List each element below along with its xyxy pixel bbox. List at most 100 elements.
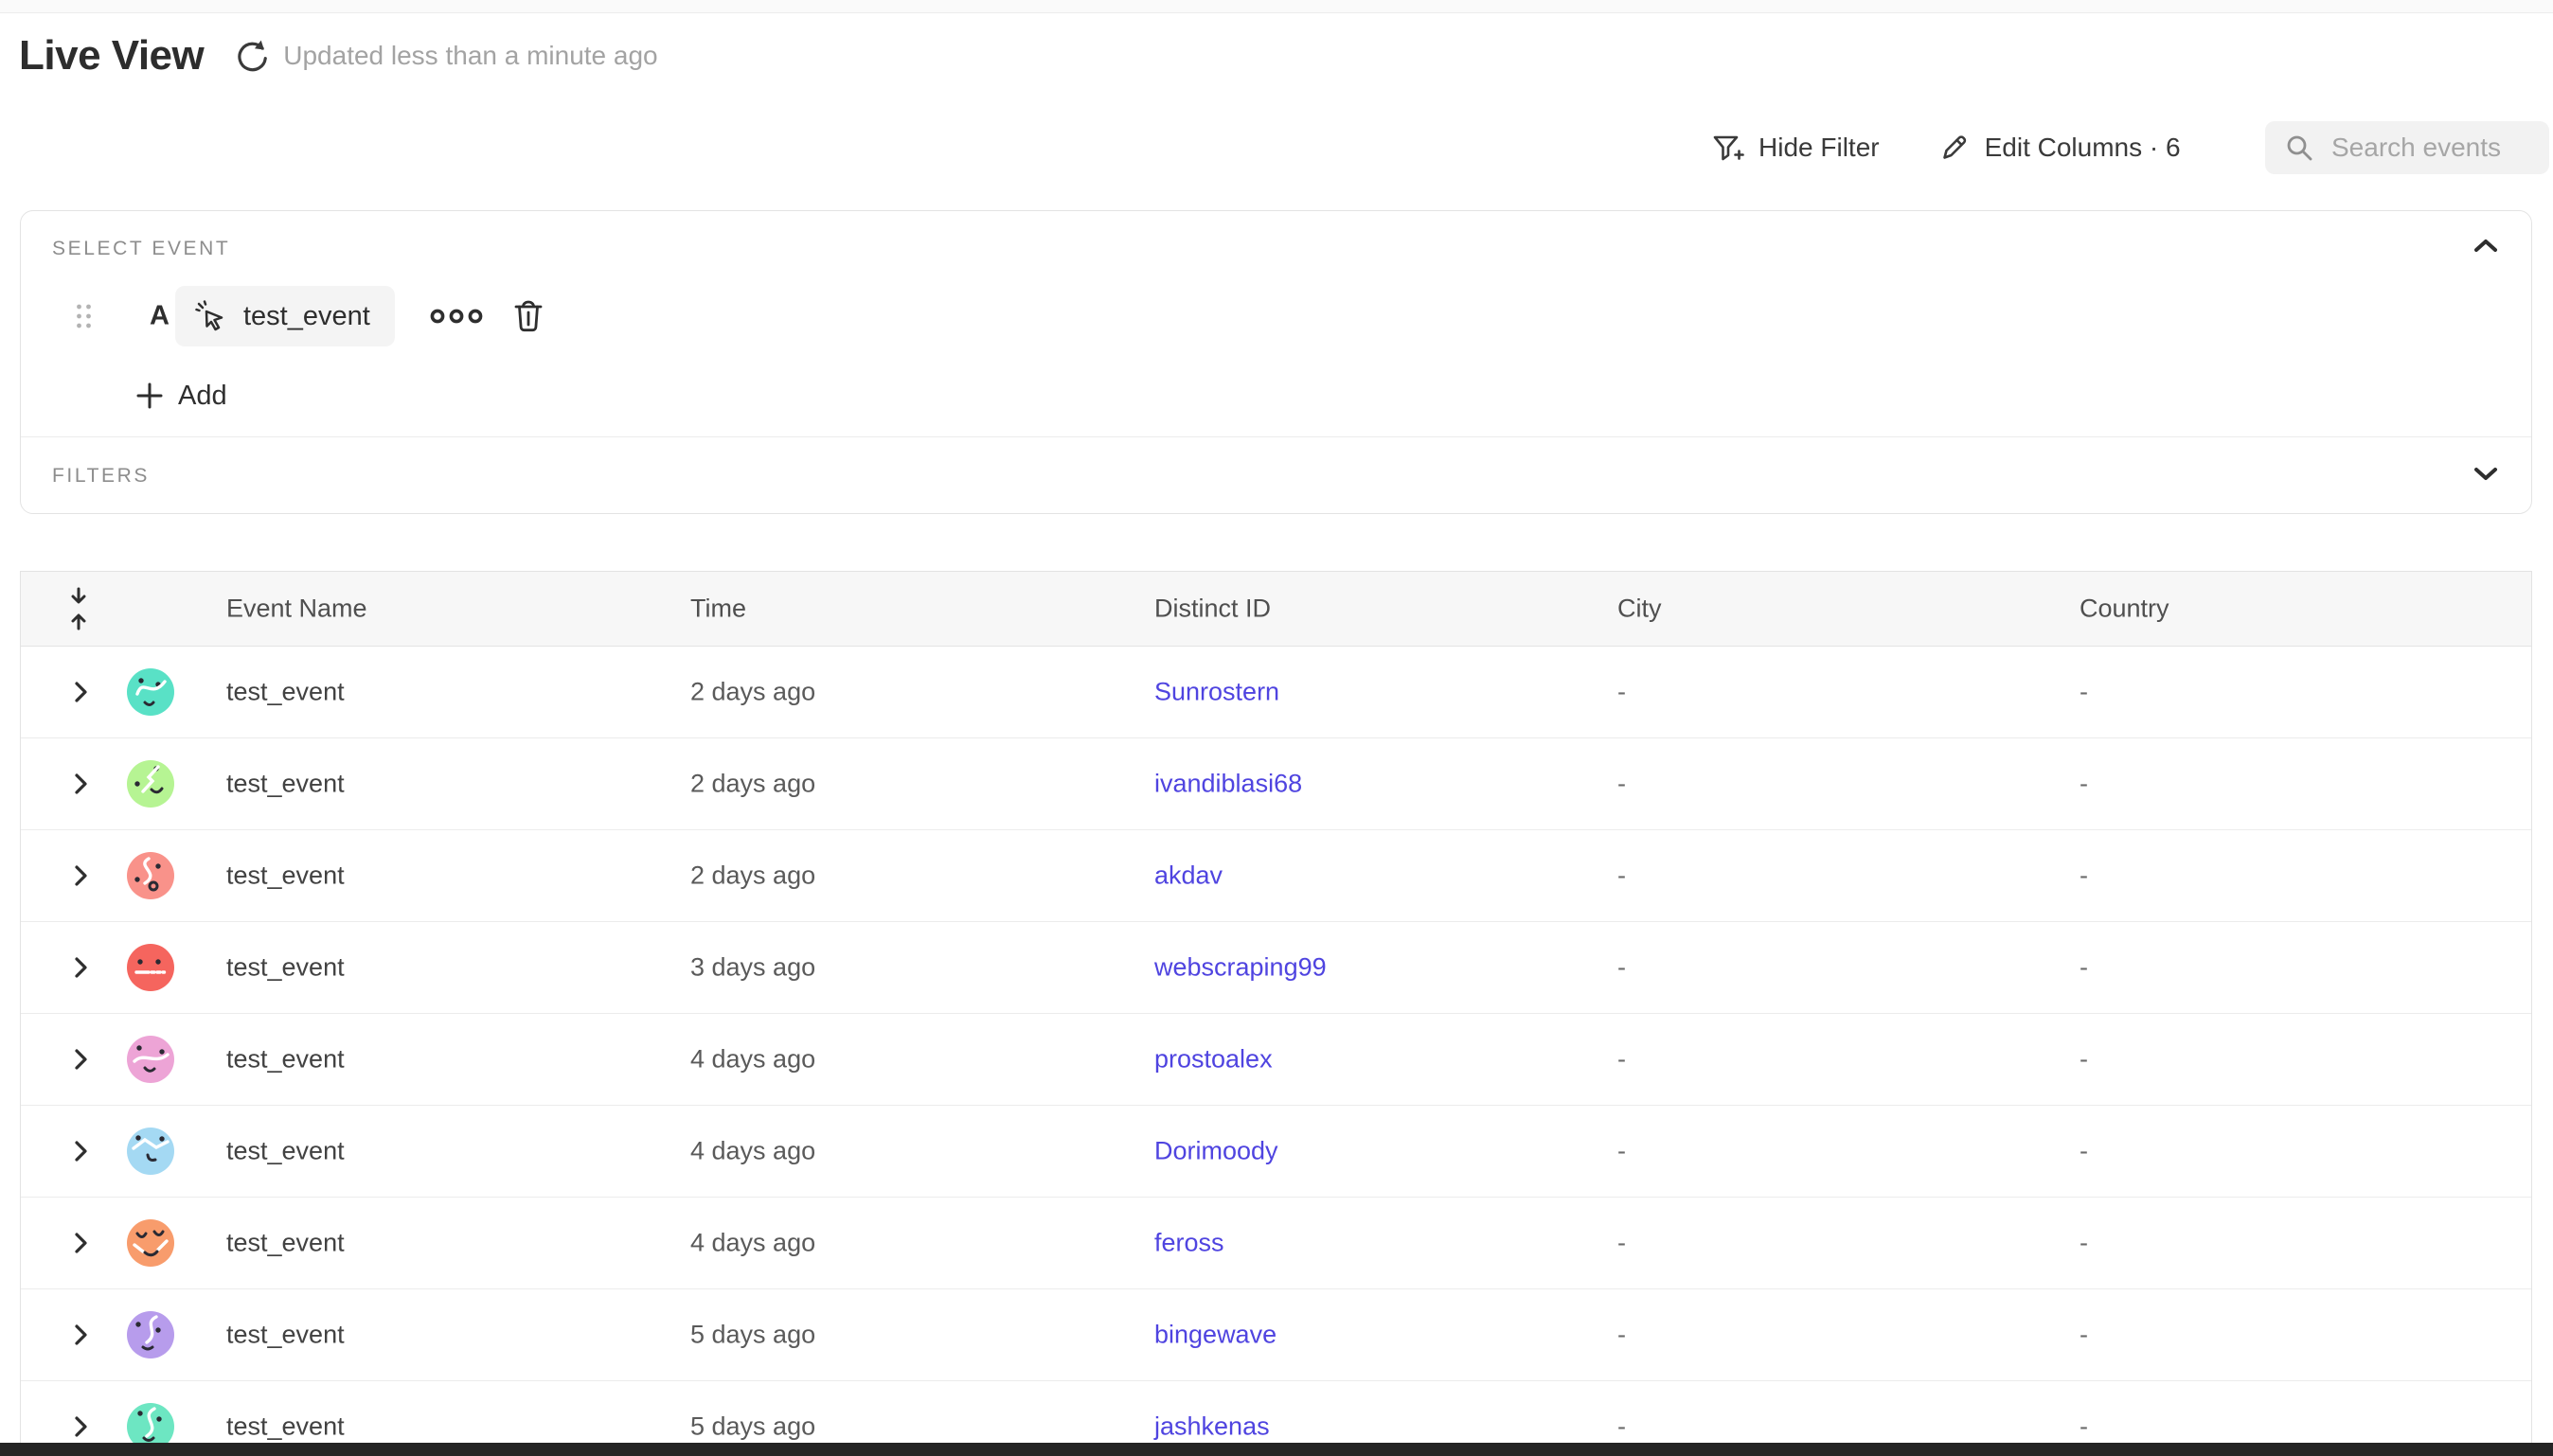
refresh-icon [234, 38, 270, 74]
add-event-button[interactable]: Add [135, 373, 227, 418]
collapse-rows-icon [68, 587, 89, 630]
table-row: test_event 4 days ago prostoalex - - [21, 1014, 2531, 1106]
column-header-time[interactable]: Time [690, 595, 746, 624]
table-row: test_event 2 days ago akdav - - [21, 830, 2531, 922]
table-row: test_event 5 days ago bingewave - - [21, 1289, 2531, 1381]
row-expander-button[interactable] [74, 681, 88, 703]
country-cell: - [2080, 861, 2088, 891]
avatar-closed-eyes-smile [127, 1219, 174, 1267]
row-expander-button[interactable] [74, 1232, 88, 1254]
chevron-right-icon [74, 956, 88, 979]
chevron-right-icon [74, 681, 88, 703]
country-cell: - [2080, 1229, 2088, 1258]
row-expander-button[interactable] [74, 1048, 88, 1071]
row-expander-button[interactable] [74, 772, 88, 795]
table-body: test_event 2 days ago Sunrostern - - tes… [21, 647, 2531, 1456]
chevron-right-icon [74, 864, 88, 887]
event-name-cell: test_event [226, 1137, 345, 1166]
distinct-id-link[interactable]: ivandiblasi68 [1154, 770, 1302, 799]
event-chip[interactable]: test_event [175, 286, 395, 346]
card-divider [21, 436, 2531, 437]
time-cell: 2 days ago [690, 678, 815, 707]
country-cell: - [2080, 678, 2088, 707]
distinct-id-link[interactable]: bingewave [1154, 1321, 1276, 1350]
avatar-zigzag-smirk [127, 1128, 174, 1175]
search-box [2265, 121, 2549, 174]
row-expander-button[interactable] [74, 1415, 88, 1438]
country-cell: - [2080, 1045, 2088, 1074]
country-cell: - [2080, 953, 2088, 983]
hide-filter-button[interactable]: Hide Filter [1710, 131, 1880, 165]
event-name-cell: test_event [226, 1229, 345, 1258]
row-expander-button[interactable] [74, 864, 88, 887]
drag-handle-icon[interactable] [76, 303, 92, 329]
time-cell: 3 days ago [690, 953, 815, 983]
event-query-row: A test_event [21, 286, 2531, 346]
distinct-id-link[interactable]: akdav [1154, 861, 1223, 891]
event-name-cell: test_event [226, 678, 345, 707]
event-name-cell: test_event [226, 770, 345, 799]
column-header-event-name[interactable]: Event Name [226, 595, 367, 624]
edit-columns-button[interactable]: Edit Columns · 6 [1937, 131, 2181, 165]
query-builder-card: SELECT EVENT A [20, 210, 2532, 514]
distinct-id-link[interactable]: prostoalex [1154, 1045, 1273, 1074]
top-divider-strip [0, 0, 2553, 13]
country-cell: - [2080, 770, 2088, 799]
time-cell: 4 days ago [690, 1045, 815, 1074]
refresh-button[interactable] [232, 36, 272, 76]
distinct-id-link[interactable]: webscraping99 [1154, 953, 1327, 983]
time-cell: 4 days ago [690, 1137, 815, 1166]
chevron-up-icon [2473, 238, 2499, 255]
more-options-button[interactable] [430, 306, 485, 327]
pencil-icon [1937, 131, 1971, 165]
table-row: test_event 2 days ago ivandiblasi68 - - [21, 738, 2531, 830]
more-options-icon [430, 306, 485, 327]
search-input[interactable] [2330, 132, 2532, 164]
column-header-city[interactable]: City [1617, 595, 1662, 624]
city-cell: - [1617, 1045, 1626, 1074]
collapse-select-event-button[interactable] [2467, 232, 2505, 260]
expand-filters-button[interactable] [2467, 459, 2505, 488]
bottom-bar [0, 1443, 2553, 1456]
collapse-all-rows-button[interactable] [68, 587, 89, 630]
filters-label: FILTERS [52, 465, 150, 488]
page-header: Live View Updated less than a minute ago [19, 27, 658, 85]
add-label: Add [178, 381, 227, 412]
row-expander-button[interactable] [74, 956, 88, 979]
updated-status-text: Updated less than a minute ago [283, 41, 657, 71]
distinct-id-link[interactable]: Sunrostern [1154, 678, 1279, 707]
event-series-letter: A [150, 301, 170, 332]
chevron-right-icon [74, 772, 88, 795]
city-cell: - [1617, 678, 1626, 707]
avatar-zigzag-smile [127, 760, 174, 808]
search-icon [2284, 133, 2314, 163]
distinct-id-link[interactable]: jashkenas [1154, 1412, 1270, 1442]
city-cell: - [1617, 1137, 1626, 1166]
country-cell: - [2080, 1321, 2088, 1350]
column-header-distinct-id[interactable]: Distinct ID [1154, 595, 1271, 624]
filter-plus-icon [1710, 131, 1744, 165]
page-title: Live View [19, 32, 204, 80]
event-name-cell: test_event [226, 1412, 345, 1442]
toolbar: Hide Filter Edit Columns · 6 [1710, 120, 2549, 175]
row-expander-button[interactable] [74, 1140, 88, 1163]
column-header-country[interactable]: Country [2080, 595, 2169, 624]
live-view-screen: Live View Updated less than a minute ago… [0, 0, 2553, 1456]
table-row: test_event 3 days ago webscraping99 - - [21, 922, 2531, 1014]
avatar-wave-smile-2 [127, 1036, 174, 1083]
delete-event-button[interactable] [510, 297, 546, 335]
distinct-id-link[interactable]: feross [1154, 1229, 1224, 1258]
plus-icon [135, 382, 164, 410]
chevron-right-icon [74, 1415, 88, 1438]
event-name-cell: test_event [226, 861, 345, 891]
avatar-dash-mouth [127, 944, 174, 991]
distinct-id-link[interactable]: Dorimoody [1154, 1137, 1278, 1166]
hide-filter-label: Hide Filter [1759, 133, 1880, 163]
row-expander-button[interactable] [74, 1323, 88, 1346]
trash-icon [510, 297, 546, 335]
city-cell: - [1617, 861, 1626, 891]
time-cell: 2 days ago [690, 770, 815, 799]
event-name-cell: test_event [226, 1321, 345, 1350]
country-cell: - [2080, 1137, 2088, 1166]
events-table: Event Name Time Distinct ID City Country… [20, 571, 2532, 1456]
